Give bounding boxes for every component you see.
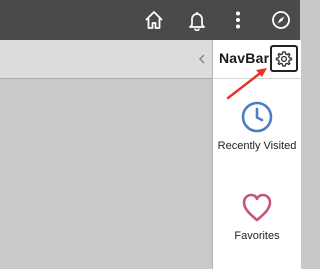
heart-icon [242,193,272,222]
tile-recently-visited[interactable]: Recently Visited [213,100,301,152]
gear-icon [275,50,293,67]
tile-label: Recently Visited [217,140,297,152]
navbar-title: NavBar [219,50,270,66]
tile-label: Favorites [234,230,280,242]
clock-icon [241,101,273,133]
tile-favorites[interactable]: Favorites [213,192,301,242]
navbar-header: NavBar [213,40,301,79]
main-content-area [0,79,212,269]
more-vertical-icon[interactable] [225,7,251,33]
chevron-left-icon[interactable] [196,53,208,65]
page-subheader [0,40,212,79]
home-icon[interactable] [141,7,167,33]
compass-icon[interactable] [268,7,294,33]
navbar-panel: NavBar Recently Visited Favorites [212,40,301,269]
top-header-bar [0,0,300,40]
bell-icon[interactable] [184,7,210,33]
navbar-settings-button[interactable] [270,45,298,72]
